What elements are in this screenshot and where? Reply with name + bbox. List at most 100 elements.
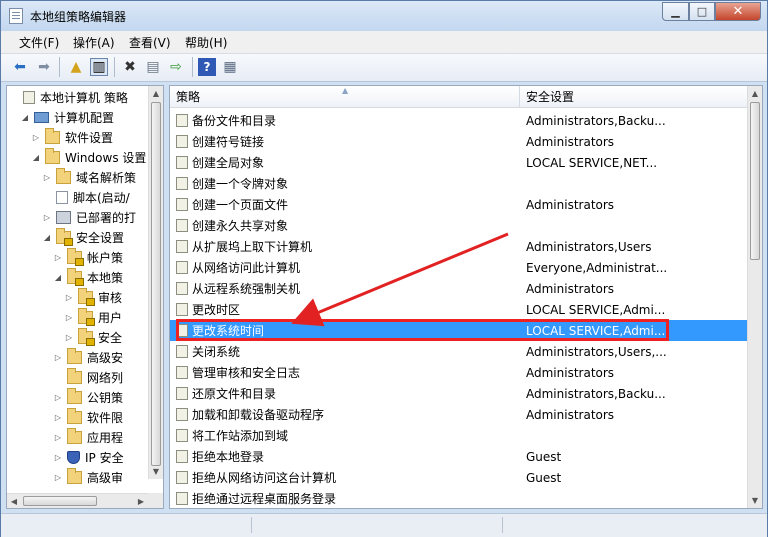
table-row[interactable]: 从扩展坞上取下计算机 Administrators,Users xyxy=(170,236,749,257)
tree-item[interactable]: ◢ 安全设置 xyxy=(42,227,124,247)
policy-item-icon xyxy=(176,408,188,421)
policy-name: 关闭系统 xyxy=(192,345,241,359)
up-folder-icon[interactable]: ▲ xyxy=(67,58,85,76)
menu-action[interactable]: 操作(A) xyxy=(73,34,115,51)
tree-item[interactable]: ▷ IP 安全 xyxy=(53,447,124,467)
tree-vertical-scrollbar[interactable]: ▲ ▼ xyxy=(148,86,163,479)
table-row[interactable]: 备份文件和目录 Administrators,Backu... xyxy=(170,110,749,131)
tree-item[interactable]: ▷ 软件限 xyxy=(53,407,123,427)
delete-icon[interactable]: ✖ xyxy=(121,58,139,76)
table-row[interactable]: 还原文件和目录 Administrators,Backu... xyxy=(170,383,749,404)
properties-icon[interactable]: ▤ xyxy=(144,58,162,76)
table-row[interactable]: 创建永久共享对象 xyxy=(170,215,749,236)
table-row[interactable]: 从网络访问此计算机 Everyone,Administrat... xyxy=(170,257,749,278)
show-hide-tree-icon[interactable]: ▥ xyxy=(90,58,108,76)
collapsed-caret-icon[interactable]: ▷ xyxy=(53,353,63,362)
tree-item[interactable]: ◢ 计算机配置 xyxy=(20,107,114,127)
table-row[interactable]: 拒绝从网络访问这台计算机 Guest xyxy=(170,467,749,488)
tree-item[interactable]: ◢ 本地策 xyxy=(53,267,123,287)
minimize-button[interactable]: ▁ xyxy=(662,2,689,21)
tree-item[interactable]: 网络列 xyxy=(53,367,123,387)
collapsed-caret-icon[interactable]: ▷ xyxy=(53,413,63,422)
policy-list-pane[interactable]: 策略 ▲ 安全设置 备份文件和目录 Administrators,Backu...… xyxy=(169,85,763,509)
scroll-down-icon[interactable]: ▼ xyxy=(149,464,163,479)
policy-name: 还原文件和目录 xyxy=(192,387,277,401)
tree-item[interactable]: ▷ 公钥策 xyxy=(53,387,123,407)
tree-item[interactable]: ▷ 安全 xyxy=(64,327,122,347)
table-row[interactable]: 创建全局对象 LOCAL SERVICE,NET... xyxy=(170,152,749,173)
table-row[interactable]: 关闭系统 Administrators,Users,... xyxy=(170,341,749,362)
forward-icon[interactable]: ➡ xyxy=(35,58,53,76)
collapsed-caret-icon[interactable]: ▷ xyxy=(53,393,63,402)
table-row[interactable]: 管理审核和安全日志 Administrators xyxy=(170,362,749,383)
policy-item-icon xyxy=(176,303,188,316)
tree-item[interactable]: ▷ 已部署的打 xyxy=(42,207,136,227)
table-row[interactable]: 创建一个令牌对象 xyxy=(170,173,749,194)
security-setting-value: Guest xyxy=(526,470,562,485)
collapsed-caret-icon[interactable]: ▷ xyxy=(64,313,74,322)
menu-file[interactable]: 文件(F) xyxy=(19,34,59,51)
tree-item-label: IP 安全 xyxy=(85,450,124,465)
table-row[interactable]: 拒绝通过远程桌面服务登录 xyxy=(170,488,749,508)
collapsed-caret-icon[interactable]: ▷ xyxy=(53,253,63,262)
column-header-setting[interactable]: 安全设置 xyxy=(520,86,749,108)
collapsed-caret-icon[interactable]: ▷ xyxy=(42,213,52,222)
export-list-icon[interactable]: ⇨ xyxy=(167,58,185,76)
title-bar[interactable]: 本地组策略编辑器 ▁ □ ✕ xyxy=(1,1,767,31)
tree-item[interactable]: ▷ 软件设置 xyxy=(31,127,113,147)
maximize-button[interactable]: □ xyxy=(689,2,715,21)
policy-item-icon xyxy=(176,345,188,358)
close-button[interactable]: ✕ xyxy=(715,2,761,21)
expanded-caret-icon[interactable]: ◢ xyxy=(42,233,52,242)
filter-icon[interactable]: ▦ xyxy=(221,58,239,76)
collapsed-caret-icon[interactable]: ▷ xyxy=(53,473,63,482)
tree-item[interactable]: ▷ 应用程 xyxy=(53,427,123,447)
tree-horizontal-scrollbar[interactable]: ◀ ▶ xyxy=(7,493,148,508)
help-icon[interactable]: ? xyxy=(198,58,216,76)
tree-scroll-thumb[interactable] xyxy=(151,102,161,466)
tree-item-label: 用户 xyxy=(98,310,123,325)
folder-icon xyxy=(67,347,82,364)
scroll-up-icon[interactable]: ▲ xyxy=(149,86,163,101)
tree-item[interactable]: ◢ Windows 设置 xyxy=(31,147,146,167)
tree-item[interactable]: ▷ 高级审 xyxy=(53,467,123,487)
lock-folder-icon xyxy=(78,327,95,346)
policy-item-icon xyxy=(176,471,188,484)
tree-item[interactable]: 本地计算机 策略 xyxy=(9,87,128,107)
table-row[interactable]: 更改时区 LOCAL SERVICE,Admi... xyxy=(170,299,749,320)
table-row[interactable]: 将工作站添加到域 xyxy=(170,425,749,446)
table-row[interactable]: 创建符号链接 Administrators xyxy=(170,131,749,152)
collapsed-caret-icon[interactable]: ▷ xyxy=(42,173,52,182)
menu-view[interactable]: 查看(V) xyxy=(129,34,171,51)
table-row[interactable]: 加载和卸载设备驱动程序 Administrators xyxy=(170,404,749,425)
expanded-caret-icon[interactable]: ◢ xyxy=(53,273,63,282)
collapsed-caret-icon[interactable]: ▷ xyxy=(53,433,63,442)
tree-item[interactable]: ▷ 审核 xyxy=(64,287,122,307)
tree-item[interactable]: ▷ 帐户策 xyxy=(53,247,123,267)
table-row[interactable]: 拒绝本地登录 Guest xyxy=(170,446,749,467)
tree-pane[interactable]: 本地计算机 策略 ◢ 计算机配置 ▷ 软件设置 ◢ Windows 设置 ▷ 域名解析策 脚本(启… xyxy=(6,85,164,509)
column-header-policy[interactable]: 策略 ▲ xyxy=(170,86,520,108)
collapsed-caret-icon[interactable]: ▷ xyxy=(53,453,63,462)
scroll-left-icon[interactable]: ◀ xyxy=(7,494,21,508)
table-row[interactable]: 创建一个页面文件 Administrators xyxy=(170,194,749,215)
list-scroll-thumb[interactable] xyxy=(750,102,760,260)
menu-help[interactable]: 帮助(H) xyxy=(185,34,227,51)
expanded-caret-icon[interactable]: ◢ xyxy=(20,113,30,122)
tree-item[interactable]: ▷ 域名解析策 xyxy=(42,167,136,187)
expanded-caret-icon[interactable]: ◢ xyxy=(31,153,41,162)
scroll-up-icon[interactable]: ▲ xyxy=(748,86,762,101)
tree-item[interactable]: 脚本(启动/ xyxy=(42,187,130,207)
tree-item[interactable]: ▷ 高级安 xyxy=(53,347,123,367)
scroll-right-icon[interactable]: ▶ xyxy=(134,494,148,508)
tree-hscroll-thumb[interactable] xyxy=(23,496,97,506)
back-icon[interactable]: ⬅ xyxy=(11,58,29,76)
policy-name: 拒绝通过远程桌面服务登录 xyxy=(192,492,337,506)
collapsed-caret-icon[interactable]: ▷ xyxy=(64,293,74,302)
collapsed-caret-icon[interactable]: ▷ xyxy=(31,133,41,142)
collapsed-caret-icon[interactable]: ▷ xyxy=(64,333,74,342)
table-row[interactable]: 从远程系统强制关机 Administrators xyxy=(170,278,749,299)
scroll-down-icon[interactable]: ▼ xyxy=(748,493,762,508)
tree-item[interactable]: ▷ 用户 xyxy=(64,307,122,327)
list-vertical-scrollbar[interactable]: ▲ ▼ xyxy=(747,86,762,508)
